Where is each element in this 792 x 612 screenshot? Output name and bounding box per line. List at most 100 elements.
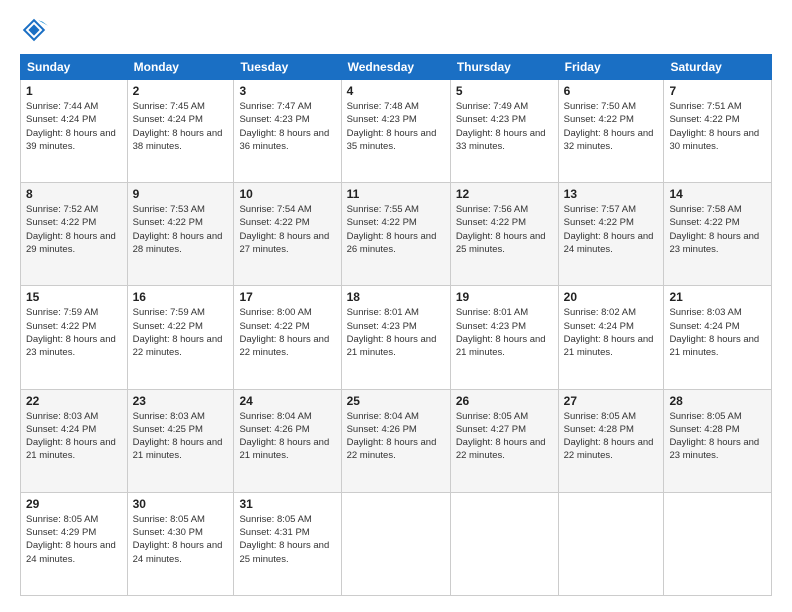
logo xyxy=(20,16,52,44)
day-info: Sunrise: 8:00 AMSunset: 4:22 PMDaylight:… xyxy=(239,307,329,358)
day-number: 30 xyxy=(133,497,229,511)
calendar-header-wednesday: Wednesday xyxy=(341,55,450,80)
day-info: Sunrise: 7:53 AMSunset: 4:22 PMDaylight:… xyxy=(133,204,223,255)
day-number: 6 xyxy=(564,84,659,98)
table-row: 15 Sunrise: 7:59 AMSunset: 4:22 PMDayligh… xyxy=(21,286,128,389)
page: SundayMondayTuesdayWednesdayThursdayFrid… xyxy=(0,0,792,612)
day-number: 10 xyxy=(239,187,335,201)
day-info: Sunrise: 7:44 AMSunset: 4:24 PMDaylight:… xyxy=(26,101,116,152)
day-info: Sunrise: 7:47 AMSunset: 4:23 PMDaylight:… xyxy=(239,101,329,152)
table-row: 12 Sunrise: 7:56 AMSunset: 4:22 PMDayligh… xyxy=(450,183,558,286)
day-info: Sunrise: 8:05 AMSunset: 4:29 PMDaylight:… xyxy=(26,514,116,565)
day-number: 29 xyxy=(26,497,122,511)
day-number: 28 xyxy=(669,394,766,408)
calendar-header-sunday: Sunday xyxy=(21,55,128,80)
day-info: Sunrise: 7:56 AMSunset: 4:22 PMDaylight:… xyxy=(456,204,546,255)
table-row: 9Sunrise: 7:53 AMSunset: 4:22 PMDaylight… xyxy=(127,183,234,286)
day-number: 14 xyxy=(669,187,766,201)
day-number: 21 xyxy=(669,290,766,304)
day-number: 12 xyxy=(456,187,553,201)
day-info: Sunrise: 7:51 AMSunset: 4:22 PMDaylight:… xyxy=(669,101,759,152)
day-number: 16 xyxy=(133,290,229,304)
table-row: 19 Sunrise: 8:01 AMSunset: 4:23 PMDayligh… xyxy=(450,286,558,389)
day-info: Sunrise: 8:05 AMSunset: 4:28 PMDaylight:… xyxy=(669,411,759,462)
day-number: 18 xyxy=(347,290,445,304)
calendar-header-saturday: Saturday xyxy=(664,55,772,80)
day-number: 7 xyxy=(669,84,766,98)
day-number: 8 xyxy=(26,187,122,201)
day-info: Sunrise: 7:48 AMSunset: 4:23 PMDaylight:… xyxy=(347,101,437,152)
table-row: 25Sunrise: 8:04 AMSunset: 4:26 PMDayligh… xyxy=(341,389,450,492)
table-row: 8 Sunrise: 7:52 AMSunset: 4:22 PMDaylight… xyxy=(21,183,128,286)
table-row: 14 Sunrise: 7:58 AMSunset: 4:22 PMDayligh… xyxy=(664,183,772,286)
table-row: 28 Sunrise: 8:05 AMSunset: 4:28 PMDayligh… xyxy=(664,389,772,492)
day-info: Sunrise: 7:57 AMSunset: 4:22 PMDaylight:… xyxy=(564,204,654,255)
table-row: 3 Sunrise: 7:47 AMSunset: 4:23 PMDaylight… xyxy=(234,80,341,183)
day-number: 27 xyxy=(564,394,659,408)
day-info: Sunrise: 7:59 AMSunset: 4:22 PMDaylight:… xyxy=(26,307,116,358)
day-info: Sunrise: 7:55 AMSunset: 4:22 PMDaylight:… xyxy=(347,204,437,255)
day-info: Sunrise: 8:04 AMSunset: 4:26 PMDaylight:… xyxy=(239,411,329,462)
table-row: 2Sunrise: 7:45 AMSunset: 4:24 PMDaylight… xyxy=(127,80,234,183)
day-number: 15 xyxy=(26,290,122,304)
table-row: 1 Sunrise: 7:44 AMSunset: 4:24 PMDaylight… xyxy=(21,80,128,183)
day-info: Sunrise: 8:05 AMSunset: 4:31 PMDaylight:… xyxy=(239,514,329,565)
logo-icon xyxy=(20,16,48,44)
table-row: 4 Sunrise: 7:48 AMSunset: 4:23 PMDaylight… xyxy=(341,80,450,183)
table-row: 7 Sunrise: 7:51 AMSunset: 4:22 PMDaylight… xyxy=(664,80,772,183)
day-number: 22 xyxy=(26,394,122,408)
day-number: 24 xyxy=(239,394,335,408)
day-info: Sunrise: 8:03 AMSunset: 4:24 PMDaylight:… xyxy=(26,411,116,462)
day-info: Sunrise: 7:45 AMSunset: 4:24 PMDaylight:… xyxy=(133,101,223,152)
day-number: 20 xyxy=(564,290,659,304)
table-row: 11 Sunrise: 7:55 AMSunset: 4:22 PMDayligh… xyxy=(341,183,450,286)
table-row xyxy=(341,492,450,595)
day-info: Sunrise: 8:02 AMSunset: 4:24 PMDaylight:… xyxy=(564,307,654,358)
day-info: Sunrise: 7:58 AMSunset: 4:22 PMDaylight:… xyxy=(669,204,759,255)
table-row xyxy=(450,492,558,595)
calendar-header-friday: Friday xyxy=(558,55,664,80)
day-number: 31 xyxy=(239,497,335,511)
day-info: Sunrise: 7:59 AMSunset: 4:22 PMDaylight:… xyxy=(133,307,223,358)
day-info: Sunrise: 7:49 AMSunset: 4:23 PMDaylight:… xyxy=(456,101,546,152)
day-info: Sunrise: 8:03 AMSunset: 4:24 PMDaylight:… xyxy=(669,307,759,358)
day-info: Sunrise: 8:01 AMSunset: 4:23 PMDaylight:… xyxy=(456,307,546,358)
day-info: Sunrise: 7:52 AMSunset: 4:22 PMDaylight:… xyxy=(26,204,116,255)
table-row: 22 Sunrise: 8:03 AMSunset: 4:24 PMDayligh… xyxy=(21,389,128,492)
table-row: 16 Sunrise: 7:59 AMSunset: 4:22 PMDayligh… xyxy=(127,286,234,389)
day-number: 13 xyxy=(564,187,659,201)
table-row: 10Sunrise: 7:54 AMSunset: 4:22 PMDayligh… xyxy=(234,183,341,286)
day-info: Sunrise: 8:01 AMSunset: 4:23 PMDaylight:… xyxy=(347,307,437,358)
day-number: 4 xyxy=(347,84,445,98)
day-info: Sunrise: 7:50 AMSunset: 4:22 PMDaylight:… xyxy=(564,101,654,152)
table-row xyxy=(558,492,664,595)
day-number: 26 xyxy=(456,394,553,408)
table-row: 23 Sunrise: 8:03 AMSunset: 4:25 PMDayligh… xyxy=(127,389,234,492)
table-row: 21 Sunrise: 8:03 AMSunset: 4:24 PMDayligh… xyxy=(664,286,772,389)
table-row: 18 Sunrise: 8:01 AMSunset: 4:23 PMDayligh… xyxy=(341,286,450,389)
table-row: 26 Sunrise: 8:05 AMSunset: 4:27 PMDayligh… xyxy=(450,389,558,492)
calendar-header-tuesday: Tuesday xyxy=(234,55,341,80)
day-info: Sunrise: 8:04 AMSunset: 4:26 PMDaylight:… xyxy=(347,411,437,462)
day-number: 11 xyxy=(347,187,445,201)
day-number: 3 xyxy=(239,84,335,98)
day-number: 1 xyxy=(26,84,122,98)
header xyxy=(20,16,772,44)
table-row: 27 Sunrise: 8:05 AMSunset: 4:28 PMDayligh… xyxy=(558,389,664,492)
day-number: 23 xyxy=(133,394,229,408)
table-row: 6 Sunrise: 7:50 AMSunset: 4:22 PMDaylight… xyxy=(558,80,664,183)
calendar-header-thursday: Thursday xyxy=(450,55,558,80)
table-row: 29 Sunrise: 8:05 AMSunset: 4:29 PMDayligh… xyxy=(21,492,128,595)
table-row: 20 Sunrise: 8:02 AMSunset: 4:24 PMDayligh… xyxy=(558,286,664,389)
day-number: 19 xyxy=(456,290,553,304)
table-row: 30Sunrise: 8:05 AMSunset: 4:30 PMDayligh… xyxy=(127,492,234,595)
table-row: 17 Sunrise: 8:00 AMSunset: 4:22 PMDayligh… xyxy=(234,286,341,389)
day-info: Sunrise: 8:03 AMSunset: 4:25 PMDaylight:… xyxy=(133,411,223,462)
day-info: Sunrise: 8:05 AMSunset: 4:28 PMDaylight:… xyxy=(564,411,654,462)
table-row: 5Sunrise: 7:49 AMSunset: 4:23 PMDaylight… xyxy=(450,80,558,183)
table-row: 24 Sunrise: 8:04 AMSunset: 4:26 PMDayligh… xyxy=(234,389,341,492)
day-number: 17 xyxy=(239,290,335,304)
table-row: 31 Sunrise: 8:05 AMSunset: 4:31 PMDayligh… xyxy=(234,492,341,595)
calendar: SundayMondayTuesdayWednesdayThursdayFrid… xyxy=(20,54,772,596)
day-info: Sunrise: 8:05 AMSunset: 4:27 PMDaylight:… xyxy=(456,411,546,462)
